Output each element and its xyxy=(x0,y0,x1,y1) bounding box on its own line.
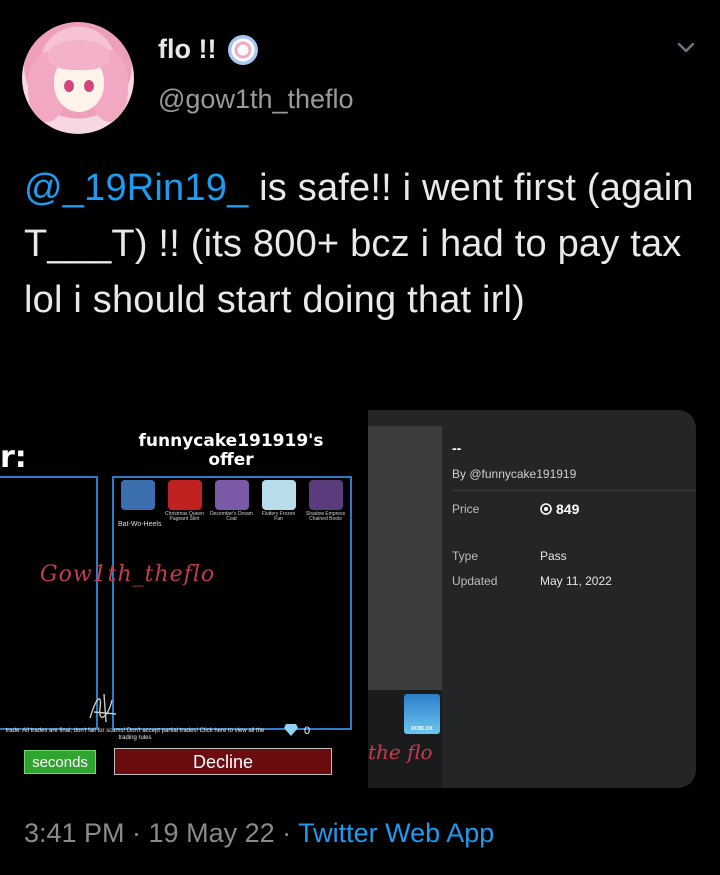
updated-label: Updated xyxy=(452,574,498,588)
decline-button[interactable]: Decline xyxy=(114,748,332,775)
mention-link[interactable]: @_19Rin19_ xyxy=(24,167,248,209)
chevron-down-icon[interactable] xyxy=(676,38,696,58)
trade-screenshot[interactable]: r: funnycake191919's offer Christmas Que… xyxy=(0,410,368,788)
item-image xyxy=(167,480,202,510)
user-handle[interactable]: @gow1th_theflo xyxy=(158,84,354,115)
handwritten-username: Gow1th_theflo xyxy=(40,562,216,587)
handwritten-name: the flo xyxy=(368,740,433,764)
item-image xyxy=(214,480,249,510)
avatar-eye-right xyxy=(84,80,94,92)
item-image xyxy=(261,480,296,510)
tweet-timestamp: 3:41 PM · 19 May 22 · Twitter Web App xyxy=(24,818,494,849)
your-offer-panel xyxy=(0,476,98,730)
pass-thumbnail xyxy=(368,426,442,690)
lollipop-emoji-icon xyxy=(228,35,258,65)
tweet-text: @_19Rin19_ is safe!! i went first (again… xyxy=(24,160,704,328)
item-image xyxy=(308,480,343,510)
item-caption: Fluttery Frozen Fan xyxy=(261,511,296,522)
roblox-logo-icon: ROBLOX xyxy=(404,694,440,734)
offer-item: December's Dream Coat xyxy=(210,480,253,528)
price-label: Price xyxy=(452,502,480,516)
divider xyxy=(452,490,696,491)
type-label: Type xyxy=(452,549,479,563)
item-caption: December's Dream Coat xyxy=(210,511,253,522)
seconds-button[interactable]: seconds xyxy=(24,750,96,774)
pass-creator[interactable]: By @funnycake191919 xyxy=(452,467,576,481)
display-name[interactable]: flo !! xyxy=(158,34,216,65)
item-image xyxy=(120,480,155,510)
item-caption-side: Bat-Wo-Heels xyxy=(118,521,162,528)
offer-item: Christmas Queen Pageant Skirt xyxy=(163,480,206,528)
item-caption: Christmas Queen Pageant Skirt xyxy=(165,511,204,522)
roblox-label: ROBLOX xyxy=(411,726,433,732)
pass-title: -- xyxy=(452,440,462,456)
type-value: Pass xyxy=(540,549,567,563)
signature-scribble xyxy=(89,693,117,723)
price-value: 849 xyxy=(556,501,580,517)
partial-heading: r: xyxy=(0,440,27,475)
avatar-bangs xyxy=(48,40,110,70)
robux-icon xyxy=(540,503,552,515)
gem-count: 0 xyxy=(304,725,311,737)
offer-item: Shadow Empress Chained Boots xyxy=(304,480,347,528)
diamond-icon xyxy=(284,724,298,736)
avatar-eye-left xyxy=(64,80,74,92)
avatar[interactable] xyxy=(22,22,134,134)
gamepass-screenshot[interactable]: ROBLOX -- By @funnycake191919 Price 849 … xyxy=(368,410,696,788)
trade-warning[interactable]: trade. All trades are final, don't fall … xyxy=(0,728,270,742)
item-caption: Shadow Empress Chained Boots xyxy=(305,511,346,522)
updated-value: May 11, 2022 xyxy=(540,574,612,588)
timestamp-text[interactable]: 3:41 PM · 19 May 22 · xyxy=(24,818,298,848)
source-app-link[interactable]: Twitter Web App xyxy=(298,818,494,848)
offer-title: funnycake191919's offer xyxy=(138,431,324,470)
tweet-media[interactable]: r: funnycake191919's offer Christmas Que… xyxy=(0,410,696,788)
offer-item: Fluttery Frozen Fan xyxy=(257,480,300,528)
